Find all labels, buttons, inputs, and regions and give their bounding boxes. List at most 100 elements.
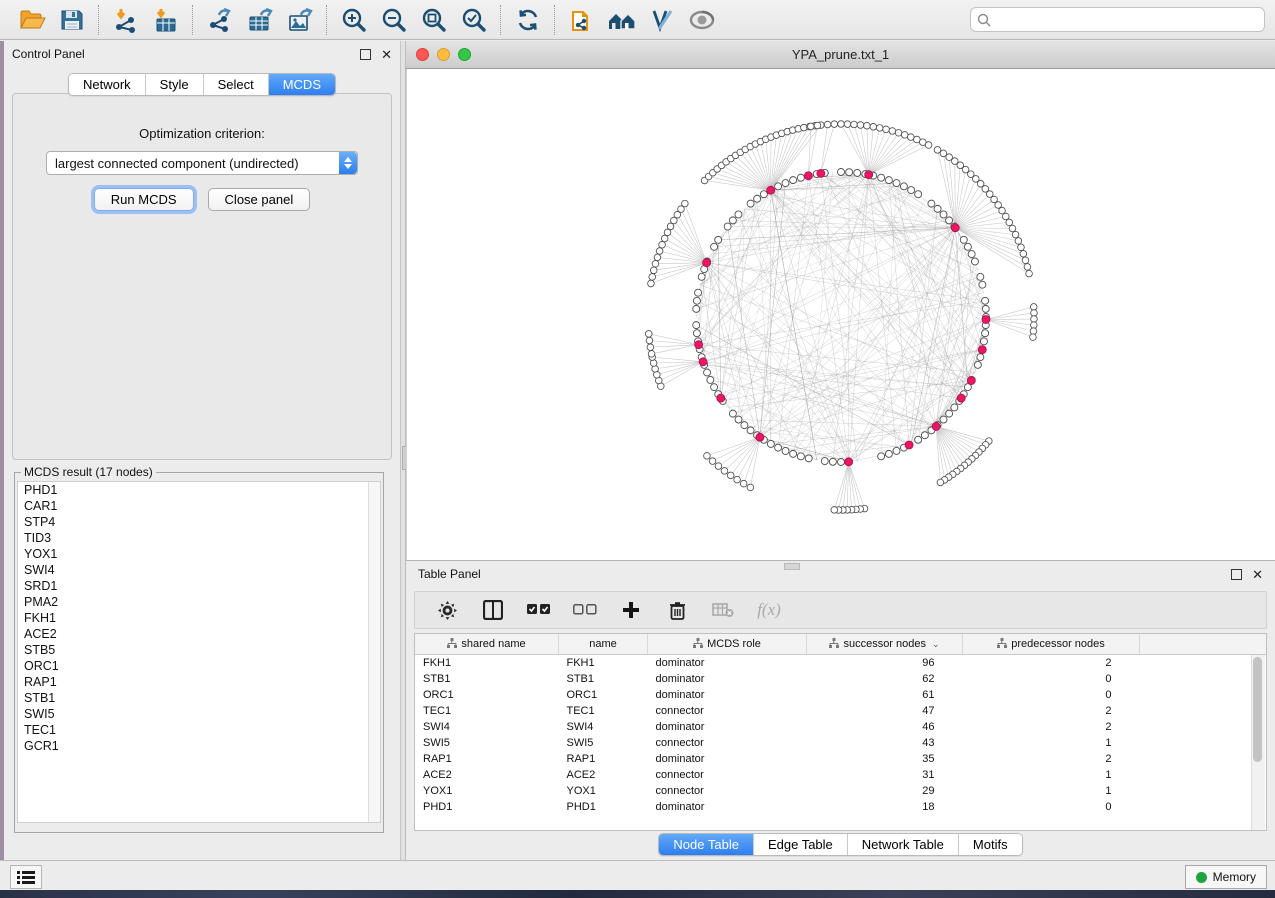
zoom-out-icon[interactable] — [378, 5, 410, 35]
sort-caret-icon: ⌄ — [932, 639, 940, 649]
tab-select[interactable]: Select — [204, 74, 269, 95]
save-session-icon[interactable] — [56, 5, 88, 35]
zoom-in-icon[interactable] — [338, 5, 370, 35]
mcds-result-item[interactable]: CAR1 — [18, 498, 380, 514]
mcds-result-item[interactable]: STB1 — [18, 690, 380, 706]
mcds-result-item[interactable]: STB5 — [18, 642, 380, 658]
table-row[interactable]: RAP1RAP1dominator352 — [415, 751, 1266, 767]
mcds-result-item[interactable]: YOX1 — [18, 546, 380, 562]
mcds-result-item[interactable]: PMA2 — [18, 594, 380, 610]
float-table-panel-icon[interactable] — [1231, 569, 1242, 580]
import-network-icon[interactable] — [110, 5, 142, 35]
task-history-button[interactable] — [10, 865, 42, 889]
graphics-details-icon[interactable] — [646, 5, 678, 35]
home-icon[interactable] — [606, 5, 638, 35]
mcds-result-item[interactable]: PHD1 — [18, 482, 380, 498]
select-all-icon[interactable] — [527, 598, 551, 622]
table-row[interactable]: ORC1ORC1dominator610 — [415, 687, 1266, 703]
table-panel-grab-handle[interactable] — [784, 563, 800, 570]
table-row[interactable]: YOX1YOX1connector291 — [415, 783, 1266, 799]
search-input[interactable] — [996, 12, 1258, 28]
close-table-panel-icon[interactable]: ✕ — [1252, 570, 1263, 579]
tab-network[interactable]: Network — [69, 74, 146, 95]
table-row[interactable]: SWI4SWI4dominator462 — [415, 719, 1266, 735]
table-cell: RAP1 — [415, 751, 559, 767]
table-cell: 2 — [963, 751, 1140, 767]
table-cell: 46 — [807, 719, 963, 735]
table-row[interactable]: STB1STB1dominator620 — [415, 671, 1266, 687]
zoom-fit-icon[interactable] — [418, 5, 450, 35]
mcds-result-item[interactable]: SRD1 — [18, 578, 380, 594]
mcds-list-scrollbar[interactable] — [368, 482, 380, 822]
mcds-result-list[interactable]: PHD1CAR1STP4TID3YOX1SWI4SRD1PMA2FKH1ACE2… — [17, 481, 381, 823]
deselect-all-icon[interactable] — [573, 598, 597, 622]
float-panel-icon[interactable] — [360, 49, 371, 60]
close-panel-button[interactable]: Close panel — [208, 188, 311, 211]
import-table-icon[interactable] — [150, 5, 182, 35]
add-column-icon[interactable] — [619, 598, 643, 622]
table-cell: 0 — [963, 799, 1140, 815]
mcds-result-item[interactable]: RAP1 — [18, 674, 380, 690]
window-close-button[interactable] — [416, 48, 429, 61]
split-panel-icon[interactable] — [481, 598, 505, 622]
column-header-predecessor-nodes[interactable]: predecessor nodes — [963, 634, 1140, 655]
table-panel: Table Panel ✕ f(x) shared namenameMCDS r… — [406, 560, 1275, 860]
tab-edge-table[interactable]: Edge Table — [754, 834, 848, 855]
mcds-result-item[interactable]: SWI4 — [18, 562, 380, 578]
table-scrollbar[interactable] — [1251, 655, 1265, 831]
search-box[interactable] — [970, 7, 1265, 32]
mcds-result-item[interactable]: FKH1 — [18, 610, 380, 626]
tab-network-table[interactable]: Network Table — [848, 834, 959, 855]
open-file-icon[interactable] — [16, 5, 48, 35]
column-header-name[interactable]: name — [559, 634, 648, 655]
select-stepper-icon — [339, 152, 357, 174]
table-cell: dominator — [648, 719, 807, 735]
birdseye-view-icon[interactable] — [686, 5, 718, 35]
mcds-result-item[interactable]: ACE2 — [18, 626, 380, 642]
settings-gear-icon[interactable] — [435, 598, 459, 622]
table-toolbar: f(x) — [414, 591, 1267, 629]
network-canvas[interactable] — [406, 69, 1275, 561]
table-cell: ACE2 — [559, 767, 648, 783]
table-cell: connector — [648, 767, 807, 783]
close-panel-icon[interactable]: ✕ — [381, 50, 392, 59]
table-row[interactable]: TEC1TEC1connector472 — [415, 703, 1266, 719]
mcds-result-item[interactable]: TEC1 — [18, 722, 380, 738]
table-row[interactable]: SWI5SWI5connector431 — [415, 735, 1266, 751]
tab-mcds[interactable]: MCDS — [269, 74, 335, 95]
table-cell: STB1 — [415, 671, 559, 687]
optimization-criterion-select[interactable]: largest connected component (undirected) — [46, 151, 358, 175]
export-network-icon[interactable] — [204, 5, 236, 35]
tab-node-table[interactable]: Node Table — [659, 834, 754, 855]
export-table-icon[interactable] — [244, 5, 276, 35]
delete-column-icon[interactable] — [665, 598, 689, 622]
mcds-result-item[interactable]: GCR1 — [18, 738, 380, 754]
network-graph[interactable] — [407, 69, 1275, 561]
share-document-icon[interactable] — [566, 5, 598, 35]
mcds-result-item[interactable]: ORC1 — [18, 658, 380, 674]
table-cell: 1 — [963, 735, 1140, 751]
column-header-successor-nodes[interactable]: successor nodes⌄ — [807, 634, 963, 655]
zoom-selected-icon[interactable] — [458, 5, 490, 35]
column-header-MCDS-role[interactable]: MCDS role — [648, 634, 807, 655]
refresh-icon[interactable] — [512, 5, 544, 35]
run-mcds-button[interactable]: Run MCDS — [94, 188, 194, 211]
delete-table-icon — [711, 598, 735, 622]
memory-button[interactable]: Memory — [1185, 865, 1267, 889]
tab-motifs[interactable]: Motifs — [959, 834, 1022, 855]
mcds-result-item[interactable]: STP4 — [18, 514, 380, 530]
table-row[interactable]: PHD1PHD1dominator180 — [415, 799, 1266, 815]
tab-style[interactable]: Style — [146, 74, 204, 95]
column-header-shared-name[interactable]: shared name — [415, 634, 559, 655]
table-row[interactable]: FKH1FKH1dominator962 — [415, 655, 1266, 672]
mcds-result-item[interactable]: SWI5 — [18, 706, 380, 722]
window-zoom-button[interactable] — [458, 48, 471, 61]
table-row[interactable]: ACE2ACE2connector311 — [415, 767, 1266, 783]
table-cell: 96 — [807, 655, 963, 672]
export-image-icon[interactable] — [284, 5, 316, 35]
table-cell: SWI5 — [559, 735, 648, 751]
window-minimize-button[interactable] — [437, 48, 450, 61]
table-scrollbar-thumb[interactable] — [1253, 657, 1262, 762]
mcds-result-item[interactable]: TID3 — [18, 530, 380, 546]
table-cell: RAP1 — [559, 751, 648, 767]
